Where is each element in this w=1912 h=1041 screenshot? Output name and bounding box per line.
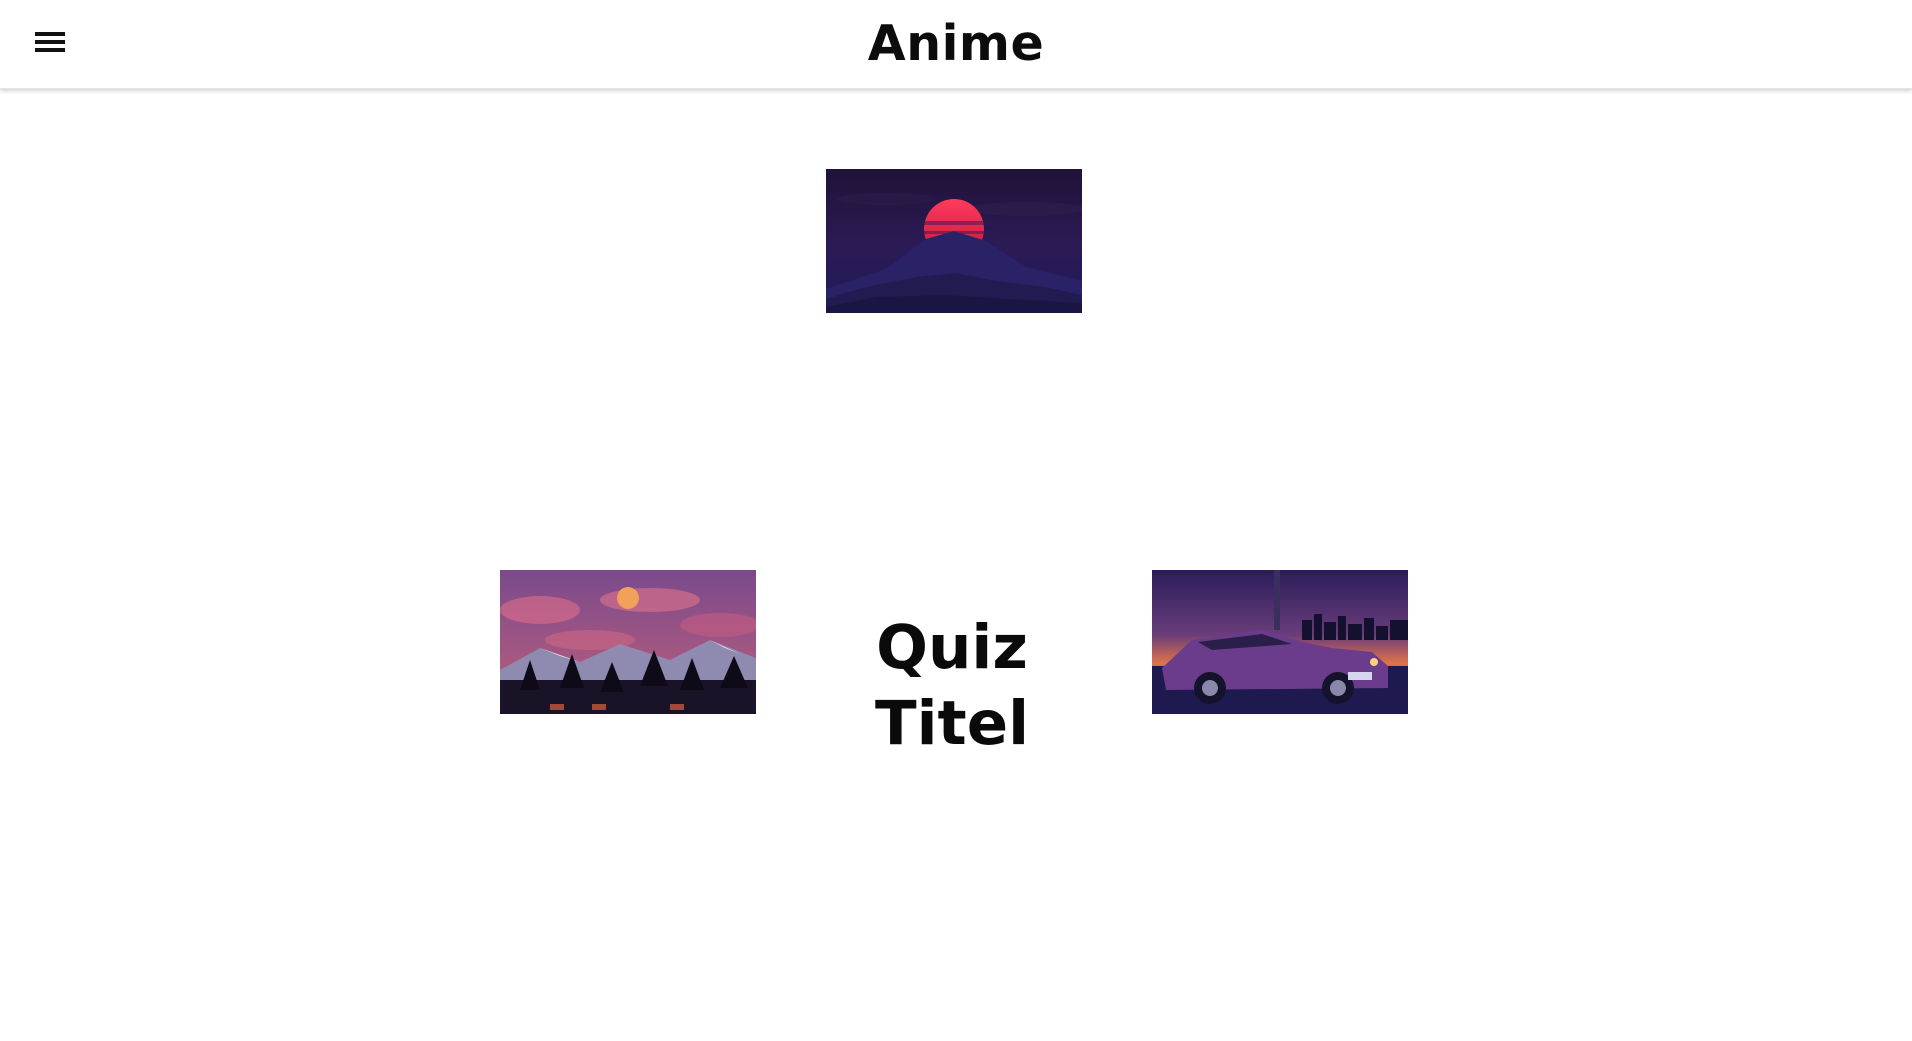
- moon-forest-image[interactable]: [500, 570, 756, 714]
- sunset-mountains-image[interactable]: [826, 169, 1082, 313]
- page-title: Anime: [867, 15, 1045, 72]
- top-app-bar: Anime: [0, 0, 1912, 89]
- quiz-title: Quiz Titel: [875, 612, 1029, 759]
- retro-car-image[interactable]: [1152, 570, 1408, 714]
